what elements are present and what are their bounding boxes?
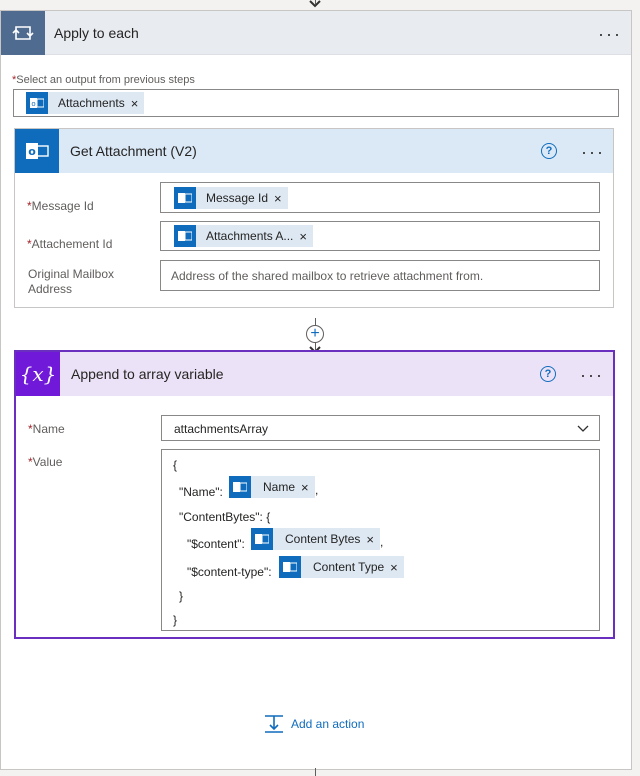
- get-attachment-title: Get Attachment (V2): [70, 143, 197, 159]
- mailbox-label-line-1: Original Mailbox: [28, 267, 115, 281]
- attachment-id-field[interactable]: Attachments A... ×: [160, 221, 600, 251]
- attachment-id-token-label: Attachments A...: [206, 229, 294, 243]
- top-arrow-icon: [309, 0, 321, 8]
- outlook-icon: [229, 476, 251, 498]
- attachment-id-token[interactable]: Attachments A... ×: [174, 225, 313, 247]
- outlook-icon: o: [26, 92, 48, 114]
- apply-to-each-header[interactable]: Apply to each ···: [1, 11, 631, 55]
- value-editor[interactable]: { "Name": Name × , "ContentBytes": { "$c…: [161, 449, 600, 631]
- add-action-icon: [265, 715, 283, 733]
- outlook-icon: [174, 187, 196, 209]
- variable-icon: {x}: [16, 352, 60, 396]
- code-content-bytes-key: "ContentBytes": {: [179, 510, 271, 524]
- remove-name-token-icon[interactable]: ×: [301, 480, 309, 495]
- code-content-key: "$content":: [187, 537, 245, 551]
- name-dropdown[interactable]: attachmentsArray: [161, 415, 600, 441]
- add-an-action-button[interactable]: Add an action: [264, 714, 364, 734]
- insert-step-plus-icon[interactable]: +: [306, 325, 324, 343]
- outlook-icon: [279, 556, 301, 578]
- mailbox-label: Original Mailbox Address: [28, 267, 114, 297]
- content-type-token-label: Content Type: [313, 560, 385, 574]
- append-to-array-header[interactable]: {x} Append to array variable ? ···: [16, 352, 613, 396]
- attachments-token[interactable]: o Attachments ×: [26, 92, 145, 114]
- message-id-label-text: Message Id: [31, 199, 94, 213]
- select-output-field[interactable]: o Attachments ×: [13, 89, 619, 117]
- attachments-token-label: Attachments: [58, 96, 125, 110]
- svg-text:o: o: [28, 145, 36, 158]
- outlook-icon: [174, 225, 196, 247]
- mailbox-address-placeholder: Address of the shared mailbox to retriev…: [171, 269, 484, 283]
- get-attachment-help-icon[interactable]: ?: [541, 143, 557, 159]
- name-token[interactable]: Name ×: [229, 476, 315, 498]
- message-id-label: *Message Id: [27, 199, 94, 213]
- mailbox-label-line-2: Address: [28, 282, 73, 296]
- remove-attachment-id-token-icon[interactable]: ×: [299, 229, 307, 244]
- content-bytes-token[interactable]: Content Bytes ×: [251, 528, 380, 550]
- svg-text:o: o: [31, 100, 35, 108]
- remove-message-id-token-icon[interactable]: ×: [274, 191, 282, 206]
- mailbox-address-field[interactable]: Address of the shared mailbox to retriev…: [160, 260, 600, 291]
- code-outer-close: }: [173, 613, 178, 627]
- append-to-array-card: {x} Append to array variable ? ··· *Name…: [14, 350, 615, 639]
- code-inner-close: }: [179, 589, 184, 603]
- get-attachment-card: o Get Attachment (V2) ? ··· *Message Id …: [14, 128, 614, 308]
- remove-content-type-token-icon[interactable]: ×: [390, 560, 398, 575]
- code-comma-1: ,: [315, 483, 319, 497]
- loop-icon: [1, 11, 45, 55]
- append-to-array-title: Append to array variable: [71, 366, 224, 382]
- message-id-field[interactable]: Message Id ×: [160, 182, 600, 213]
- content-bytes-token-label: Content Bytes: [285, 532, 361, 546]
- outlook-icon: [251, 528, 273, 550]
- chevron-down-icon[interactable]: [577, 425, 589, 433]
- apply-to-each-title: Apply to each: [54, 25, 139, 41]
- value-label-text: Value: [32, 455, 63, 469]
- message-id-token[interactable]: Message Id ×: [174, 187, 288, 209]
- content-type-token[interactable]: Content Type ×: [279, 556, 404, 578]
- add-an-action-label: Add an action: [291, 717, 365, 731]
- get-attachment-header[interactable]: o Get Attachment (V2) ? ···: [15, 129, 613, 173]
- message-id-token-label: Message Id: [206, 191, 269, 205]
- code-comma-2: ,: [380, 535, 384, 549]
- name-dropdown-value: attachmentsArray: [174, 422, 269, 436]
- code-open-brace: {: [173, 458, 178, 472]
- append-help-icon[interactable]: ?: [540, 366, 556, 382]
- name-token-label: Name: [263, 480, 296, 494]
- code-content-type-key: "$content-type":: [187, 565, 272, 579]
- bottom-connector: [315, 768, 316, 776]
- name-label: *Name: [28, 422, 65, 436]
- get-attachment-more-icon[interactable]: ···: [581, 143, 605, 161]
- name-label-text: Name: [32, 422, 65, 436]
- value-label: *Value: [28, 455, 62, 469]
- attachment-id-label-text: Attachement Id: [31, 237, 113, 251]
- apply-to-each-more-icon[interactable]: ···: [598, 25, 622, 43]
- select-output-label-text: Select an output from previous steps: [16, 74, 195, 86]
- remove-attachments-token-icon[interactable]: ×: [131, 96, 139, 111]
- remove-content-bytes-token-icon[interactable]: ×: [366, 532, 374, 547]
- code-name-key: "Name":: [179, 485, 223, 499]
- outlook-icon: o: [15, 129, 59, 173]
- attachment-id-label: *Attachement Id: [27, 237, 112, 251]
- select-output-label: *Select an output from previous steps: [12, 74, 195, 86]
- append-more-icon[interactable]: ···: [580, 366, 604, 384]
